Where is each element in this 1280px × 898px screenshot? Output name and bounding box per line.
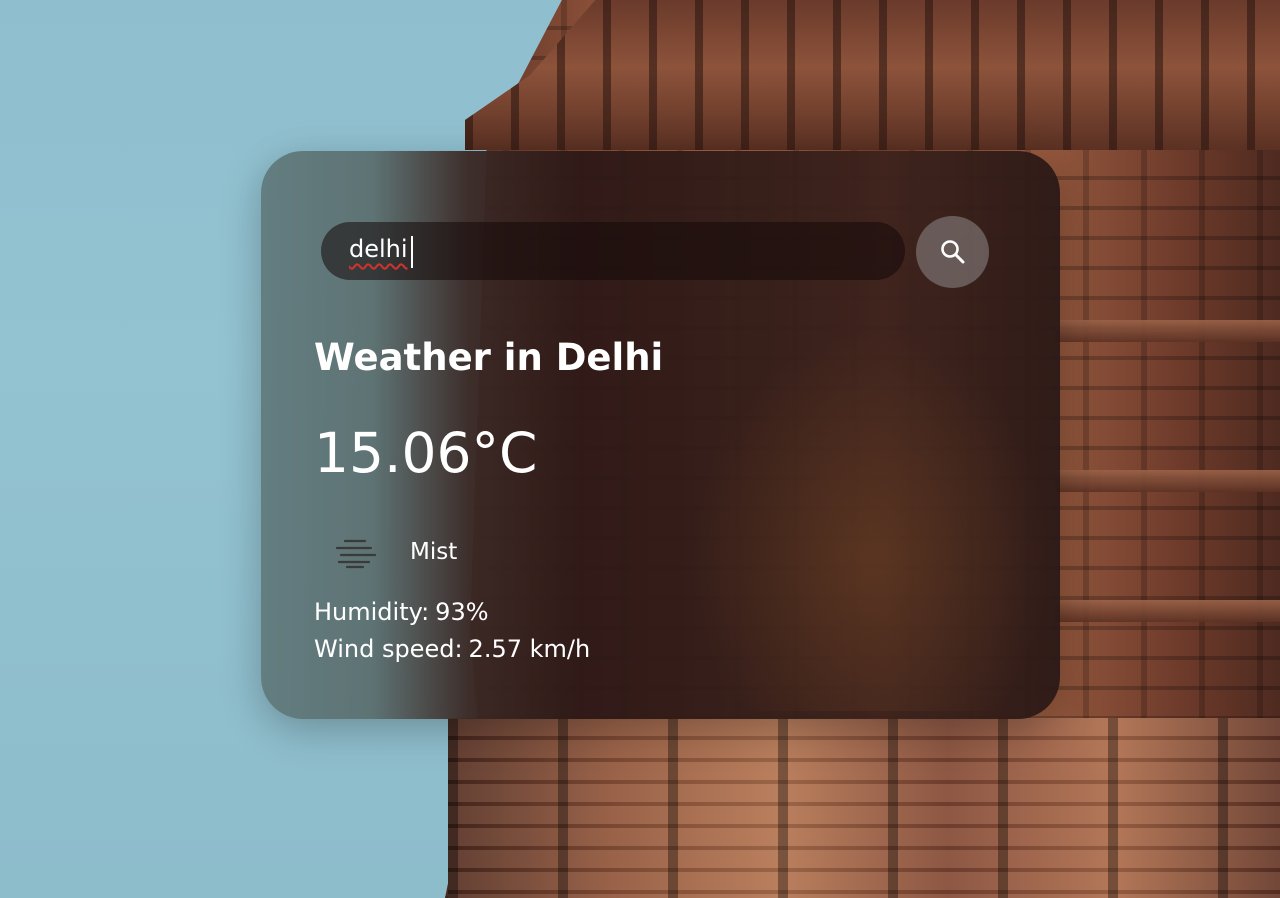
temperature: 15.06°C xyxy=(314,421,538,485)
search-icon xyxy=(939,238,967,266)
tower-band xyxy=(1055,320,1280,342)
weather-title: Weather in Delhi xyxy=(314,336,664,379)
weather-card: delhi Weather in Delhi 15.06°C Mist Humi… xyxy=(261,151,1060,719)
search-input-text: delhi xyxy=(349,235,408,263)
search-button[interactable] xyxy=(916,216,989,288)
tower-base-image xyxy=(448,718,1280,898)
wind-speed-row: Wind speed: 2.57 km/h xyxy=(314,635,590,663)
card-content: delhi Weather in Delhi 15.06°C Mist Humi… xyxy=(261,151,1060,719)
mist-icon xyxy=(331,537,379,569)
humidity-label: Humidity: xyxy=(314,598,430,626)
tower-band xyxy=(1055,470,1280,492)
wind-speed-label: Wind speed: xyxy=(314,635,463,663)
humidity-value: 93% xyxy=(435,598,489,626)
wind-speed-value: 2.57 km/h xyxy=(468,635,591,663)
tower-band xyxy=(1055,600,1280,622)
text-caret xyxy=(411,236,413,268)
condition-label: Mist xyxy=(410,539,458,565)
humidity-row: Humidity: 93% xyxy=(314,598,489,626)
tower-balcony-image xyxy=(465,0,1280,150)
search-input[interactable] xyxy=(321,222,905,280)
